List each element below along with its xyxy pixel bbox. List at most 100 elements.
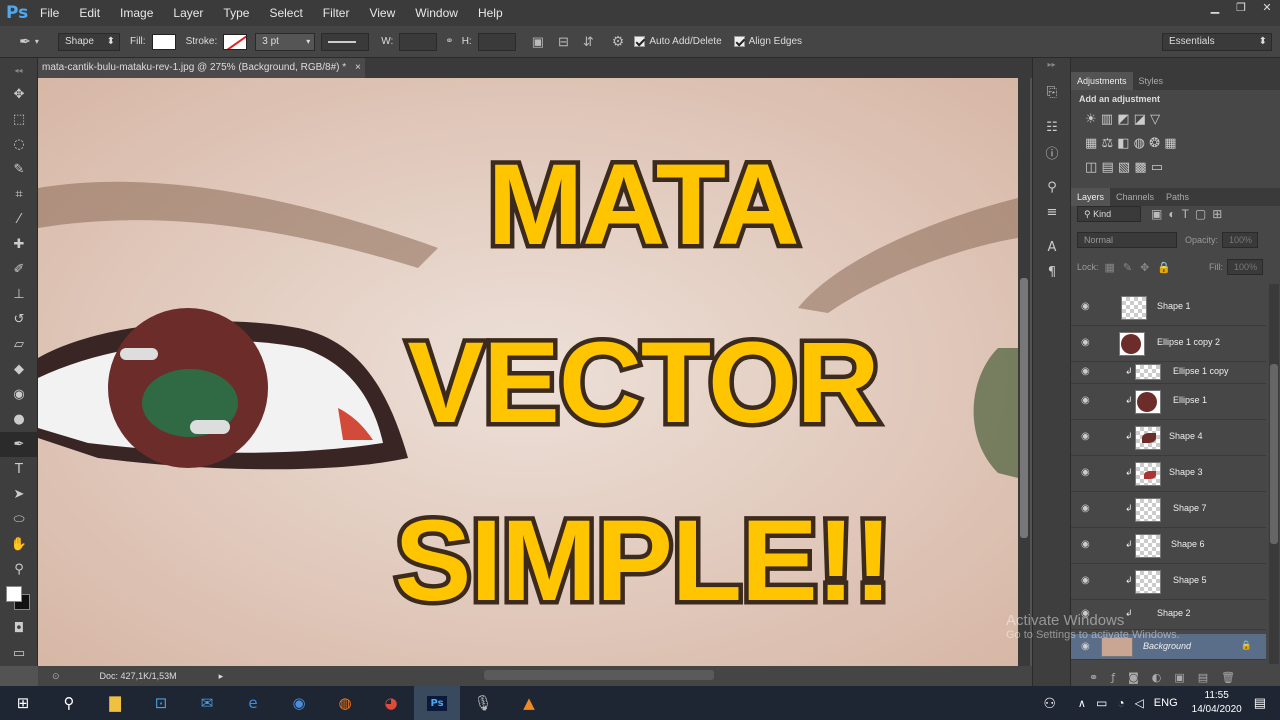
color-swatches[interactable] <box>0 582 37 616</box>
curves-icon[interactable]: ◩ <box>1117 112 1129 127</box>
exposure-icon[interactable]: ◪ <box>1134 112 1146 127</box>
type-tool-icon[interactable]: T <box>0 457 38 482</box>
vibrance-icon[interactable]: ▽ <box>1150 112 1160 127</box>
menu-file[interactable]: File <box>30 0 69 26</box>
menu-type[interactable]: Type <box>213 0 259 26</box>
brightness-icon[interactable]: ☀ <box>1085 112 1097 127</box>
zoom-icon[interactable]: ⊙ <box>52 671 60 682</box>
layer-row[interactable]: ◉ ↲ Shape 7 <box>1071 492 1266 528</box>
battery-icon[interactable]: ▭ <box>1096 696 1107 710</box>
threshold-icon[interactable]: ▧ <box>1118 160 1130 175</box>
posterize-icon[interactable]: ▤ <box>1101 160 1113 175</box>
volume-icon[interactable]: ◁ <box>1135 696 1144 710</box>
layer-row[interactable]: ◉ ↲ Shape 3 <box>1071 456 1266 492</box>
eyedropper-tool-icon[interactable]: ⁄ <box>0 207 38 232</box>
layer-actions[interactable]: ⚭ƒ◙◐▣▤🗑 <box>1089 671 1248 684</box>
tab-channels[interactable]: Channels <box>1110 188 1160 206</box>
brush-presets-icon[interactable]: ≡ <box>1033 200 1071 225</box>
selective-color-icon[interactable]: ▩ <box>1134 160 1146 175</box>
horizontal-scrollbar[interactable] <box>484 670 714 680</box>
layer-row[interactable]: ◉ ↲ Ellipse 1 copy <box>1071 362 1266 384</box>
photo-filter-icon[interactable]: ◍ <box>1134 136 1145 151</box>
color-balance-icon[interactable]: ⚖ <box>1101 136 1113 151</box>
ellipse-tool-icon[interactable]: ⬭ <box>0 507 38 532</box>
levels-icon[interactable]: ▥ <box>1101 112 1113 127</box>
eye-icon[interactable]: ◉ <box>1081 539 1090 550</box>
pen-tool-preset-icon[interactable]: ✒ ▾ <box>0 33 58 50</box>
marquee-tool-icon[interactable]: ⬚ <box>0 107 38 132</box>
eye-icon[interactable]: ◉ <box>1081 301 1090 312</box>
layer-row[interactable]: ◉ ↲ Shape 6 <box>1071 528 1266 564</box>
eye-icon[interactable]: ◉ <box>1081 431 1090 442</box>
store-icon[interactable]: ⊡ <box>138 686 184 720</box>
menu-layer[interactable]: Layer <box>163 0 213 26</box>
menu-view[interactable]: View <box>359 0 405 26</box>
eye-icon[interactable]: ◉ <box>1081 641 1090 652</box>
restore-icon[interactable]: ❐ <box>1228 0 1254 18</box>
edge-icon[interactable]: e <box>230 686 276 720</box>
collapse-icon[interactable]: ◂◂ <box>0 58 37 82</box>
network-icon[interactable]: ◔ <box>1117 696 1124 710</box>
canvas-vertical-scrollbar[interactable] <box>1018 78 1030 666</box>
menu-select[interactable]: Select <box>259 0 312 26</box>
eye-icon[interactable]: ◉ <box>1081 337 1090 348</box>
stroke-style-select[interactable] <box>321 32 370 51</box>
path-alignment-icon[interactable]: ⊟ <box>558 34 569 50</box>
close-window-icon[interactable]: ✕ <box>1254 0 1280 18</box>
hue-saturation-icon[interactable]: ▦ <box>1085 136 1097 151</box>
blur-tool-icon[interactable]: ◉ <box>0 382 38 407</box>
fill-input[interactable]: 100% <box>1227 259 1264 275</box>
gradient-map-icon[interactable]: ▭ <box>1151 160 1163 175</box>
fill-swatch[interactable] <box>151 33 176 50</box>
close-icon[interactable]: × <box>355 62 361 73</box>
tray-expand-icon[interactable]: ∧ <box>1078 697 1086 710</box>
info-panel-icon[interactable]: ⓘ <box>1033 140 1071 165</box>
tab-layers[interactable]: Layers <box>1071 188 1111 206</box>
status-arrow-icon[interactable]: ▸ <box>219 671 224 682</box>
photoshop-taskbar-icon[interactable]: Ps <box>414 686 460 720</box>
zoom-tool-icon[interactable]: ⚲ <box>0 557 38 582</box>
language-indicator[interactable]: ENG <box>1154 697 1178 709</box>
screen-mode-icon[interactable]: ▭ <box>0 641 38 666</box>
crop-tool-icon[interactable]: ⌗ <box>0 182 38 207</box>
brush-tool-icon[interactable]: ✐ <box>0 257 38 282</box>
workspace-select[interactable]: Essentials ⬍ <box>1162 32 1272 51</box>
auto-add-delete-checkbox[interactable]: Auto Add/Delete <box>634 35 722 47</box>
height-input[interactable] <box>477 32 516 51</box>
menu-help[interactable]: Help <box>468 0 513 26</box>
menu-edit[interactable]: Edit <box>69 0 110 26</box>
lock-icons[interactable]: ▦✎✥🔒 <box>1105 261 1180 274</box>
history-panel-icon[interactable]: ⎘ <box>1033 80 1071 105</box>
menu-filter[interactable]: Filter <box>313 0 360 26</box>
properties-panel-icon[interactable]: ☷ <box>1033 115 1071 140</box>
clone-stamp-tool-icon[interactable]: ⊥ <box>0 282 38 307</box>
document-tab[interactable]: mata-cantik-bulu-mataku-rev-1.jpg @ 275%… <box>38 58 365 78</box>
opacity-input[interactable]: 100% <box>1222 232 1259 248</box>
layer-row[interactable]: ◉ Ellipse 1 copy 2 <box>1071 326 1266 362</box>
menu-image[interactable]: Image <box>110 0 163 26</box>
chrome-canary-icon[interactable]: ◉ <box>276 686 322 720</box>
tab-paths[interactable]: Paths <box>1160 188 1195 206</box>
microphone-app-icon[interactable]: 🎙 <box>460 686 506 720</box>
layer-row[interactable]: ◉ ↲ Ellipse 1 <box>1071 384 1266 420</box>
mail-icon[interactable]: ✉ <box>184 686 230 720</box>
tab-styles[interactable]: Styles <box>1133 72 1170 90</box>
eraser-tool-icon[interactable]: ▱ <box>0 332 38 357</box>
scrollbar-thumb[interactable] <box>1270 364 1278 544</box>
move-tool-icon[interactable]: ✥ <box>0 82 38 107</box>
pen-tool-icon[interactable]: ✒ <box>0 432 38 457</box>
eye-icon[interactable]: ◉ <box>1081 503 1090 514</box>
minimize-icon[interactable]: ▁ <box>1202 0 1228 18</box>
tab-adjustments[interactable]: Adjustments <box>1071 72 1133 90</box>
collapse-icon[interactable]: ▸▸ <box>1033 58 1070 72</box>
vlc-icon[interactable]: ▲ <box>506 686 552 720</box>
black-white-icon[interactable]: ◧ <box>1117 136 1129 151</box>
quick-select-tool-icon[interactable]: ✎ <box>0 157 38 182</box>
brush-panel-icon[interactable]: ⚲ <box>1033 175 1071 200</box>
hand-tool-icon[interactable]: ✋ <box>0 532 38 557</box>
firefox-icon[interactable]: ◍ <box>322 686 368 720</box>
eye-icon[interactable]: ◉ <box>1081 575 1090 586</box>
foreground-color[interactable] <box>6 586 22 602</box>
notifications-icon[interactable]: ▤ <box>1254 695 1266 711</box>
menu-window[interactable]: Window <box>405 0 468 26</box>
